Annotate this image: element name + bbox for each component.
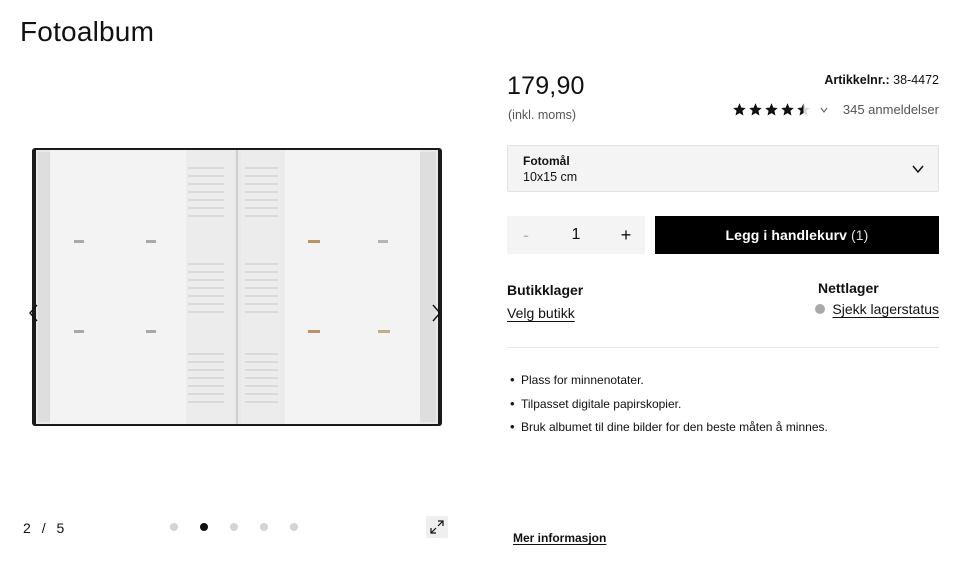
chevron-down-icon <box>820 107 828 113</box>
star-icon <box>765 103 778 116</box>
product-gallery: 2 / 5 <box>20 70 460 560</box>
counter-separator: / <box>41 520 47 536</box>
star-icon <box>781 103 794 116</box>
star-icon <box>733 103 746 116</box>
add-to-cart-button[interactable]: Legg i handlekurv (1) <box>655 216 939 254</box>
counter-total: 5 <box>56 520 65 536</box>
online-stock-heading: Nettlager <box>818 280 879 296</box>
chevron-down-icon <box>912 165 924 174</box>
star-rating <box>732 102 811 117</box>
star-half-icon <box>797 103 810 116</box>
cart-count: (1) <box>851 227 869 243</box>
feature-list: Plass for minnenotater. Tilpasset digita… <box>510 372 828 444</box>
expand-icon <box>430 520 444 534</box>
page-title: Fotoalbum <box>20 16 155 47</box>
more-info-link[interactable]: Mer informasjon <box>513 531 606 545</box>
image-counter: 2 / 5 <box>23 520 65 536</box>
article-number: Artikkelnr.: 38-4472 <box>824 73 939 87</box>
quantity-value[interactable]: 1 <box>572 226 581 244</box>
article-number-label: Artikkelnr.: <box>824 73 890 87</box>
size-select-label: Fotomål <box>523 154 570 168</box>
chevron-right-icon[interactable] <box>428 302 444 324</box>
counter-current: 2 <box>23 520 32 536</box>
add-to-cart-label: Legg i handlekurv <box>725 227 848 243</box>
carousel-dot[interactable] <box>260 523 268 531</box>
size-select-value: 10x15 cm <box>523 170 578 184</box>
carousel-dot-active[interactable] <box>200 523 208 531</box>
check-stock-link[interactable]: Sjekk lagerstatus <box>832 301 939 317</box>
divider <box>507 347 939 348</box>
product-price: 179,90 <box>507 72 585 100</box>
product-image <box>32 148 442 426</box>
review-count: 345 anmeldelser <box>842 102 939 117</box>
online-stock-status: Sjekk lagerstatus <box>815 301 939 317</box>
size-select[interactable]: Fotomål 10x15 cm <box>507 145 939 192</box>
quantity-stepper: - 1 + <box>507 216 645 254</box>
carousel-dots <box>170 523 298 531</box>
chevron-left-icon[interactable] <box>26 302 42 324</box>
expand-button[interactable] <box>426 516 448 538</box>
quantity-decrease-button[interactable]: - <box>519 225 533 245</box>
vat-note: (inkl. moms) <box>508 108 577 122</box>
stock-status-dot <box>815 304 826 314</box>
feature-item: Tilpasset digitale papirskopier. <box>510 396 828 411</box>
product-rating[interactable]: 345 anmeldelser <box>732 102 939 117</box>
star-icon <box>749 103 762 116</box>
store-stock-heading: Butikklager <box>507 282 584 298</box>
feature-item: Bruk albumet til dine bilder for den bes… <box>510 419 828 434</box>
choose-store-link[interactable]: Velg butikk <box>507 305 575 321</box>
feature-item: Plass for minnenotater. <box>510 372 828 387</box>
article-number-value: 38-4472 <box>893 73 939 87</box>
carousel-dot[interactable] <box>290 523 298 531</box>
carousel-dot[interactable] <box>230 523 238 531</box>
carousel-dot[interactable] <box>170 523 178 531</box>
quantity-increase-button[interactable]: + <box>619 225 633 245</box>
